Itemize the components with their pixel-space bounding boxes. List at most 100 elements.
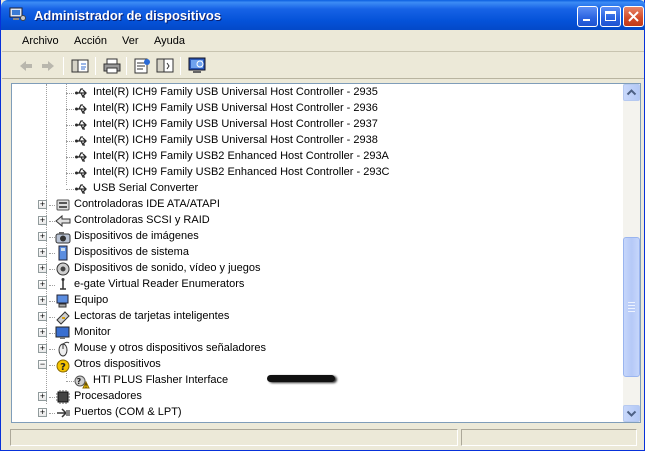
usb-controller-item[interactable]: Intel(R) ICH9 Family USB Universal Host … (12, 133, 612, 149)
category-label: Controladoras SCSI y RAID (74, 214, 210, 226)
port-category-icon (55, 405, 71, 421)
usb-icon (74, 85, 90, 101)
scroll-down-button[interactable] (623, 405, 640, 422)
device-category[interactable]: + Procesadores (12, 389, 612, 405)
status-panel-main (10, 429, 458, 446)
tree-connector (66, 173, 74, 174)
category-label: Mouse y otros dispositivos señaladores (74, 342, 266, 354)
toolbar-separator (63, 57, 64, 75)
expand-toggle[interactable]: + (38, 248, 47, 257)
menu-ayuda[interactable]: Ayuda (154, 35, 185, 47)
device-category[interactable]: + Lectoras de tarjetas inteligentes (12, 309, 612, 325)
scroll-thumb[interactable] (623, 237, 640, 377)
minimize-button[interactable] (577, 6, 598, 27)
device-tree[interactable]: Intel(R) ICH9 Family USB Universal Host … (11, 83, 641, 423)
usb-controller-item[interactable]: Intel(R) ICH9 Family USB Universal Host … (12, 117, 612, 133)
scroll-grip (628, 302, 635, 303)
device-category[interactable]: + Controladoras SCSI y RAID (12, 213, 612, 229)
category-label: Monitor (74, 326, 111, 338)
device-label: Intel(R) ICH9 Family USB2 Enhanced Host … (93, 150, 389, 162)
status-bar (2, 426, 644, 449)
device-manager-window: Administrador de dispositivos Archivo Ac… (0, 0, 645, 451)
device-category[interactable]: + Equipo (12, 293, 612, 309)
expand-toggle[interactable]: + (38, 408, 47, 417)
device-category[interactable]: + e-gate Virtual Reader Enumerators (12, 277, 612, 293)
mouse-category-icon (55, 341, 71, 357)
category-label: Procesadores (74, 390, 142, 402)
menu-ver[interactable]: Ver (122, 35, 139, 47)
device-category[interactable]: + Monitor (12, 325, 612, 341)
expand-toggle[interactable]: + (38, 280, 47, 289)
device-category[interactable]: + Controladoras IDE ATA/ATAPI (12, 197, 612, 213)
device-category[interactable]: + Puertos (COM & LPT) (12, 405, 612, 421)
snd-category-icon (55, 261, 71, 277)
otros-category-icon: ? (55, 357, 71, 373)
print-icon (103, 58, 121, 74)
print-button[interactable] (102, 56, 122, 76)
sys-category-icon (55, 245, 71, 261)
tree-connector (66, 189, 74, 190)
usb-controller-item[interactable]: Intel(R) ICH9 Family USB2 Enhanced Host … (12, 149, 612, 165)
ide-category-icon (55, 197, 71, 213)
device-category[interactable]: + Mouse y otros dispositivos señaladores (12, 341, 612, 357)
usb-controller-item[interactable]: Intel(R) ICH9 Family USB Universal Host … (12, 85, 612, 101)
show-hide-tree-button[interactable] (70, 56, 90, 76)
warning-device-icon: !? (74, 373, 90, 390)
back-button[interactable] (16, 56, 36, 76)
tree-connector (66, 125, 74, 126)
tree-connector (66, 157, 74, 158)
menu-archivo[interactable]: Archivo (22, 35, 59, 47)
expand-toggle[interactable]: + (38, 344, 47, 353)
card-category-icon (55, 309, 71, 325)
category-label: Puertos (COM & LPT) (74, 406, 182, 418)
expand-toggle[interactable]: + (38, 264, 47, 273)
device-category[interactable]: + Dispositivos de sonido, vídeo y juegos (12, 261, 612, 277)
collapse-toggle[interactable]: − (38, 360, 47, 369)
forward-button[interactable] (38, 56, 58, 76)
device-category[interactable]: −? Otros dispositivos (12, 357, 612, 373)
forward-icon (42, 61, 54, 71)
title-bar[interactable]: Administrador de dispositivos (1, 0, 645, 30)
toolbar (2, 53, 644, 79)
expand-toggle[interactable]: + (38, 200, 47, 209)
category-label: Dispositivos de sistema (74, 246, 189, 258)
device-category[interactable]: + Dispositivos de imágenes (12, 229, 612, 245)
expand-toggle[interactable]: + (38, 328, 47, 337)
usb-icon (74, 133, 90, 149)
maximize-icon (605, 11, 616, 21)
help-button[interactable] (155, 56, 175, 76)
properties-icon (134, 58, 150, 74)
category-label: Otros dispositivos (74, 358, 161, 370)
expand-toggle[interactable]: + (38, 392, 47, 401)
help-icon (156, 58, 174, 73)
usb-controller-item[interactable]: Intel(R) ICH9 Family USB Universal Host … (12, 101, 612, 117)
egate-category-icon (55, 277, 71, 293)
usb-controller-item[interactable]: Intel(R) ICH9 Family USB2 Enhanced Host … (12, 165, 612, 181)
usb-icon (74, 181, 90, 197)
usb-icon (74, 117, 90, 133)
img-category-icon (55, 229, 71, 245)
close-button[interactable] (623, 6, 644, 27)
expand-toggle[interactable]: + (38, 312, 47, 321)
pc-category-icon (55, 293, 71, 309)
category-label: Equipo (74, 294, 109, 306)
expand-toggle[interactable]: + (38, 216, 47, 225)
expand-toggle[interactable]: + (38, 296, 47, 305)
scroll-up-button[interactable] (623, 84, 640, 101)
vertical-scrollbar[interactable] (623, 84, 640, 422)
category-label: e-gate Virtual Reader Enumerators (74, 278, 245, 290)
usb-controller-item[interactable]: USB Serial Converter (12, 181, 612, 197)
maximize-button[interactable] (600, 6, 621, 27)
properties-button[interactable] (132, 56, 152, 76)
menu-accion[interactable]: Acción (74, 35, 107, 47)
category-label: Controladoras IDE ATA/ATAPI (74, 198, 220, 210)
usb-icon (74, 149, 90, 165)
scan-hardware-button[interactable] (187, 56, 207, 76)
device-category[interactable]: + Dispositivos de sistema (12, 245, 612, 261)
expand-toggle[interactable]: + (38, 232, 47, 241)
device-manager-app-icon (9, 7, 26, 21)
category-label: Lectoras de tarjetas inteligentes (74, 310, 230, 322)
chevron-down-icon (626, 410, 637, 417)
device-label: Intel(R) ICH9 Family USB Universal Host … (93, 134, 378, 146)
tree-connector (66, 381, 74, 382)
